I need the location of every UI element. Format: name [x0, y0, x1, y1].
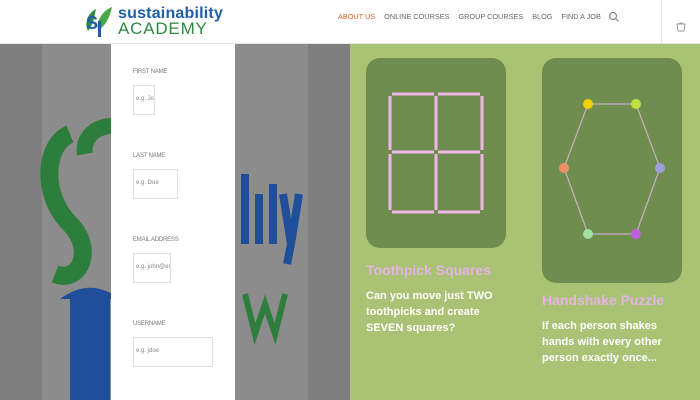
brand-name-line2: ACADEMY [118, 19, 208, 38]
first-name-field[interactable]: e.g. John [133, 85, 155, 115]
last-name-group: LAST NAME e.g. Doe [133, 153, 178, 199]
nav-item-blog[interactable]: BLOG [532, 13, 552, 21]
sa-leaf-logo-icon: S [86, 7, 112, 37]
nav-item-online-courses[interactable]: ONLINE COURSES [384, 13, 449, 21]
toothpick-puzzle-description: Can you move just TWO toothpicks and cre… [366, 290, 493, 334]
search-icon[interactable] [608, 11, 620, 23]
nav-item-about-us[interactable]: ABOUT US [338, 13, 375, 21]
cart-icon[interactable] [676, 22, 686, 32]
handshake-puzzle-description: If each person shakes hands with every o… [542, 320, 662, 364]
first-name-group: FIRST NAME e.g. John [133, 69, 167, 115]
handshake-puzzle-title[interactable]: Handshake Puzzle [542, 292, 664, 308]
signup-form: FIRST NAME e.g. John LAST NAME e.g. Doe … [111, 44, 235, 400]
main-nav: ABOUT US ONLINE COURSES GROUP COURSES BL… [338, 13, 610, 21]
toothpick-puzzle-card[interactable] [366, 58, 506, 248]
email-field[interactable]: e.g. john@example.com [133, 253, 171, 283]
site-header: S sustainability ACADEMY ABOUT US ONLINE… [0, 0, 700, 44]
svg-text:S: S [86, 13, 98, 33]
last-name-field[interactable]: e.g. Doe [133, 169, 178, 199]
background-logo-text-icon [225, 174, 303, 344]
nav-item-find-a-job[interactable]: FIND A JOB [561, 13, 600, 21]
email-label: EMAIL ADDRESS [133, 237, 179, 243]
handshake-network-icon [559, 99, 665, 239]
username-group: USERNAME e.g. jdoe [133, 321, 213, 367]
email-group: EMAIL ADDRESS e.g. john@example.com [133, 237, 179, 283]
last-name-label: LAST NAME [133, 153, 166, 159]
background-edge-left [0, 44, 42, 400]
toothpick-squares-icon [388, 92, 484, 214]
toothpick-puzzle-title[interactable]: Toothpick Squares [366, 262, 491, 278]
first-name-label: FIRST NAME [133, 69, 168, 75]
username-field[interactable]: e.g. jdoe [133, 337, 213, 367]
header-divider [661, 0, 662, 44]
username-label: USERNAME [133, 321, 166, 327]
handshake-puzzle-card[interactable] [542, 58, 682, 283]
nav-item-group-courses[interactable]: GROUP COURSES [458, 13, 523, 21]
puzzles-section: Toothpick Squares Can you move just TWO … [350, 44, 700, 400]
